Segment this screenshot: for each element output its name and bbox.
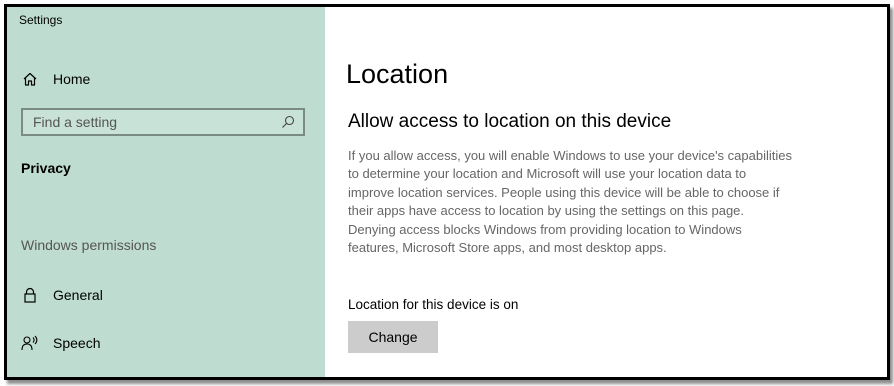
page-title: Location	[346, 59, 449, 89]
main-content: Location Allow access to location on thi…	[325, 7, 887, 377]
search-input[interactable]	[23, 110, 277, 134]
section-heading-privacy: Privacy	[21, 160, 71, 176]
sidebar-item-label: Home	[53, 71, 91, 87]
sidebar: Settings Home Privacy Windows permission…	[7, 7, 325, 377]
lock-icon	[21, 286, 39, 304]
section-heading-windows-permissions: Windows permissions	[21, 237, 157, 253]
settings-window: Settings Home Privacy Windows permission…	[4, 4, 890, 380]
description-text: If you allow access, you will enable Win…	[348, 148, 792, 256]
sidebar-item-home[interactable]: Home	[21, 67, 311, 91]
sidebar-item-speech[interactable]: Speech	[21, 331, 311, 355]
sidebar-item-general[interactable]: General	[21, 283, 311, 307]
speech-icon	[21, 334, 39, 352]
home-icon	[21, 70, 39, 88]
section-heading: Allow access to location on this device	[348, 111, 672, 132]
search-field[interactable]	[21, 108, 305, 136]
location-status-text: Location for this device is on	[348, 297, 519, 312]
sidebar-item-label: General	[53, 287, 103, 303]
change-button[interactable]: Change	[348, 321, 438, 353]
sidebar-item-label: Speech	[53, 335, 101, 351]
window-title: Settings	[19, 13, 63, 27]
search-icon[interactable]	[277, 111, 299, 133]
